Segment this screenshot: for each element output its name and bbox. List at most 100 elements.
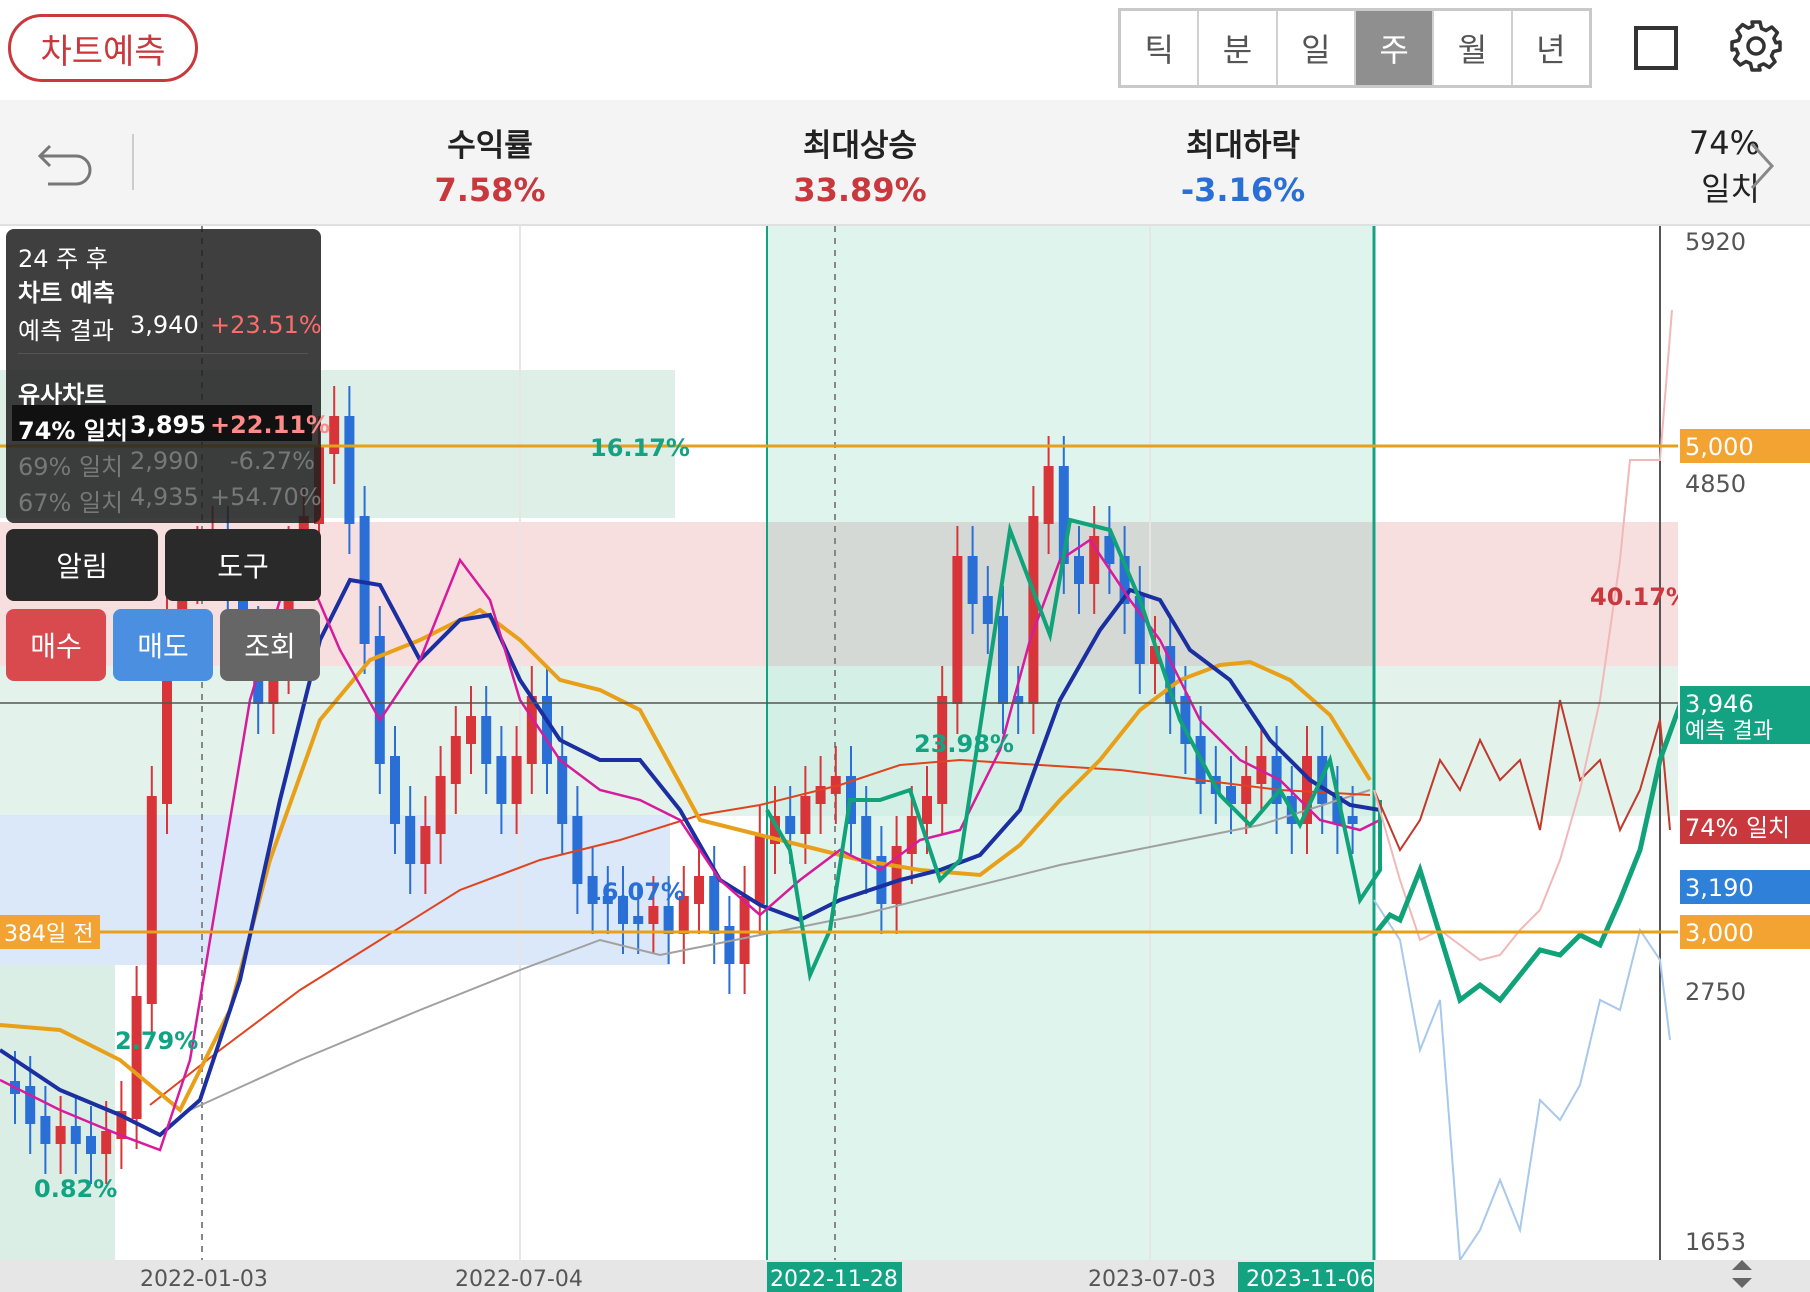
days-ago-text: 384일 전	[4, 922, 93, 947]
candle-body	[694, 876, 704, 904]
similar-row-price: 3,895	[130, 411, 206, 439]
candle-body	[800, 796, 811, 834]
alarm-button[interactable]: 알림	[6, 529, 158, 601]
divider	[132, 134, 134, 190]
overlap-zone	[767, 522, 1374, 666]
match-percent: 74%	[1688, 124, 1760, 162]
match-label: 일치	[1701, 170, 1760, 208]
chevron-right-icon[interactable]	[1748, 138, 1778, 194]
candle-body	[466, 716, 476, 744]
return-value: 7.58%	[434, 171, 546, 209]
match74-text: 74% 일치	[1685, 814, 1790, 842]
candle-body	[1241, 776, 1252, 804]
max-fall-value: -3.16%	[1180, 171, 1306, 209]
x-tick-label: 2023-07-03	[1088, 1267, 1216, 1292]
x-tick-label: 2022-11-28	[770, 1267, 898, 1292]
pct-annotation: 2.79%	[115, 1027, 198, 1055]
y-tick-label: 2750	[1685, 978, 1746, 1006]
tab-tick[interactable]: 틱	[1121, 11, 1200, 85]
candle-body	[709, 876, 720, 934]
candle-body	[861, 816, 872, 864]
tab-year[interactable]: 년	[1513, 11, 1589, 85]
candle-body	[86, 1136, 96, 1154]
candle-body	[998, 616, 1008, 704]
candle-body	[25, 1086, 36, 1124]
max-fall-stat: 최대하락 -3.16%	[1113, 120, 1373, 209]
pct-annotation: 16.07%	[585, 878, 685, 906]
candle-body	[1074, 556, 1084, 584]
candle-body	[496, 756, 507, 804]
candle-body	[1347, 816, 1358, 824]
prediction-info-panel: 24 주 후 차트 예측 예측 결과 3,940 +23.51% 유사차트 74…	[6, 229, 330, 523]
similar-row-pct: +54.70%	[210, 483, 322, 511]
similar-row-match[interactable]: 67% 일치	[18, 483, 123, 518]
candle-body	[785, 816, 796, 834]
range-zone-blue	[0, 815, 670, 965]
predict-title: 차트 예측	[18, 279, 115, 307]
candle-body	[329, 416, 340, 454]
range-zone-low	[0, 965, 115, 1260]
fullscreen-square-icon[interactable]	[1634, 26, 1678, 70]
predict-result-label: 예측 결과	[18, 317, 114, 345]
candle-body	[663, 906, 674, 934]
predict-result-pct: +23.51%	[210, 311, 322, 339]
candle-body	[511, 756, 522, 804]
overlay-header: 24 주 후	[18, 245, 108, 273]
candle-body	[405, 816, 416, 864]
max-rise-value: 33.89%	[793, 171, 927, 209]
candle-body	[40, 1116, 51, 1144]
candle-body	[542, 696, 552, 764]
x-tick-label: 2022-01-03	[140, 1267, 268, 1292]
similar-period-zone	[767, 226, 1374, 1260]
chart-predict-button[interactable]: 차트예측	[8, 14, 198, 82]
x-tick-label: 2022-07-04	[455, 1267, 583, 1292]
y-tick-label: 4850	[1685, 470, 1746, 498]
candle-body	[633, 916, 644, 924]
time-axis	[0, 1260, 1810, 1292]
tab-month[interactable]: 월	[1434, 11, 1513, 85]
undo-icon[interactable]	[36, 134, 96, 190]
candle-body	[450, 736, 461, 784]
inquiry-button[interactable]: 조회	[220, 609, 320, 681]
candle-body	[754, 836, 765, 904]
candle-body	[922, 796, 932, 824]
predict-result-label: 예측 결과	[1685, 719, 1773, 744]
predict-result-value: 3,940	[130, 311, 199, 339]
candle-body	[967, 556, 978, 604]
candle-body	[101, 1131, 112, 1154]
similar-row-pct: +22.11%	[210, 411, 331, 439]
price-label-text: 3,190	[1685, 874, 1754, 902]
period-tabs: 틱 분 일 주 월 년	[1118, 8, 1592, 88]
similar-row-match[interactable]: 74% 일치	[18, 411, 128, 446]
candle-body	[131, 996, 142, 1119]
max-rise-stat: 최대상승 33.89%	[730, 120, 990, 209]
similar-row-price: 2,990	[130, 447, 199, 475]
candle-body	[481, 716, 492, 764]
pct-annotation: 23.98%	[914, 730, 1014, 758]
price-label-text: 5,000	[1685, 433, 1754, 461]
max-rise-label: 최대상승	[802, 128, 918, 164]
candle-body	[982, 596, 993, 624]
candle-body	[420, 826, 431, 864]
tools-button[interactable]: 도구	[165, 529, 321, 601]
y-tick-label: 5920	[1685, 228, 1746, 256]
pct-annotation: 16.17%	[590, 434, 690, 462]
gear-icon[interactable]	[1728, 18, 1784, 74]
candle-body	[146, 796, 157, 1004]
y-tick-label: 1653	[1685, 1228, 1746, 1256]
similar-69-projection	[1373, 899, 1671, 1263]
candle-body	[1028, 516, 1039, 704]
buy-button[interactable]: 매수	[6, 609, 106, 681]
candle-body	[390, 756, 400, 824]
x-tick-label: 2023-11-06	[1246, 1267, 1374, 1292]
candle-body	[70, 1126, 81, 1144]
tab-day[interactable]: 일	[1278, 11, 1356, 85]
sell-button[interactable]: 매도	[113, 609, 213, 681]
candle-body	[55, 1126, 66, 1144]
similar-row-match[interactable]: 69% 일치	[18, 447, 123, 482]
similar-row-price: 4,935	[130, 483, 199, 511]
tab-week[interactable]: 주	[1355, 11, 1435, 85]
return-label: 수익률	[447, 128, 533, 164]
match-indicator[interactable]: 74% 일치	[1620, 120, 1760, 212]
tab-minute[interactable]: 분	[1199, 11, 1278, 85]
